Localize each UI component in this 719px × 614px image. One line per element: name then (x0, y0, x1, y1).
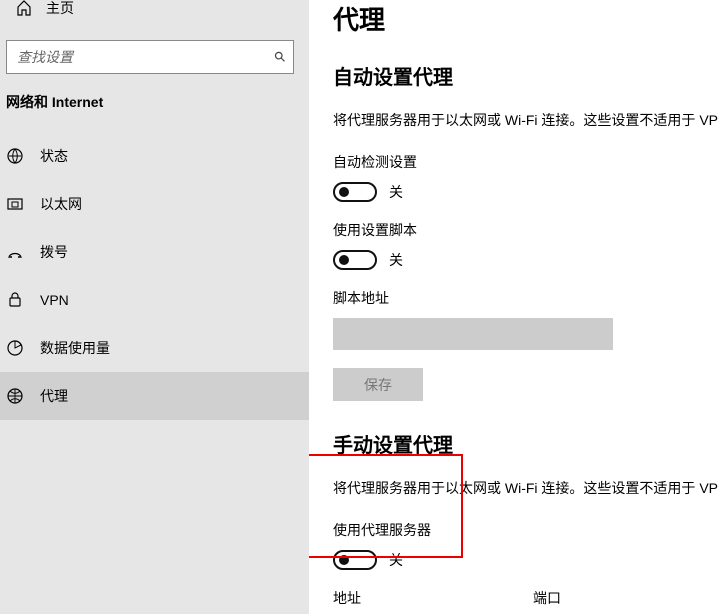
nav-status-label: 状态 (40, 146, 68, 166)
use-proxy-label: 使用代理服务器 (333, 520, 719, 540)
status-icon (6, 147, 24, 165)
addr-label: 地址 (333, 588, 509, 608)
auto-section-desc: 将代理服务器用于以太网或 Wi-Fi 连接。这些设置不适用于 VPN (333, 110, 719, 130)
vpn-icon (6, 291, 24, 309)
nav-data-usage-label: 数据使用量 (40, 338, 110, 358)
nav-data-usage[interactable]: 数据使用量 (0, 324, 309, 372)
auto-detect-toggle[interactable] (333, 182, 377, 202)
search-input[interactable] (7, 41, 293, 73)
nav-ethernet-label: 以太网 (40, 194, 82, 214)
data-usage-icon (6, 339, 24, 357)
use-script-label: 使用设置脚本 (333, 220, 719, 240)
use-proxy-state: 关 (389, 550, 403, 570)
script-addr-input[interactable] (333, 318, 613, 350)
use-script-toggle[interactable] (333, 250, 377, 270)
nav-dialup-label: 拨号 (40, 242, 68, 262)
search-box[interactable]: ⚲ (6, 40, 294, 74)
nav-dialup[interactable]: 拨号 (0, 228, 309, 276)
dialup-icon (6, 243, 24, 261)
home-label: 主页 (46, 0, 74, 18)
proxy-icon (6, 387, 24, 405)
home-icon (16, 0, 32, 16)
script-addr-label: 脚本地址 (333, 288, 719, 308)
use-proxy-toggle[interactable] (333, 550, 377, 570)
page-title: 代理 (333, 0, 719, 37)
use-script-state: 关 (389, 250, 403, 270)
search-container: ⚲ (0, 40, 309, 74)
auto-detect-label: 自动检测设置 (333, 152, 719, 172)
save-button: 保存 (333, 368, 423, 401)
sidebar: 主页 ⚲ 网络和 Internet 状态 以太网 拨号 VPN (0, 0, 309, 614)
home-link[interactable]: 主页 (0, 0, 309, 24)
nav-proxy[interactable]: 代理 (0, 372, 309, 420)
nav-vpn-label: VPN (40, 292, 69, 308)
nav-status[interactable]: 状态 (0, 132, 309, 180)
nav-proxy-label: 代理 (40, 386, 68, 406)
nav-ethernet[interactable]: 以太网 (0, 180, 309, 228)
category-title: 网络和 Internet (0, 92, 309, 112)
port-label: 端口 (533, 588, 619, 608)
auto-section-title: 自动设置代理 (333, 61, 719, 90)
ethernet-icon (6, 195, 24, 213)
manual-section-desc: 将代理服务器用于以太网或 Wi-Fi 连接。这些设置不适用于 VPN (333, 478, 719, 498)
main-content: 代理 自动设置代理 将代理服务器用于以太网或 Wi-Fi 连接。这些设置不适用于… (309, 0, 719, 614)
nav-vpn[interactable]: VPN (0, 276, 309, 324)
annotation-highlight (309, 454, 463, 558)
manual-section-title: 手动设置代理 (333, 429, 719, 458)
auto-detect-state: 关 (389, 182, 403, 202)
